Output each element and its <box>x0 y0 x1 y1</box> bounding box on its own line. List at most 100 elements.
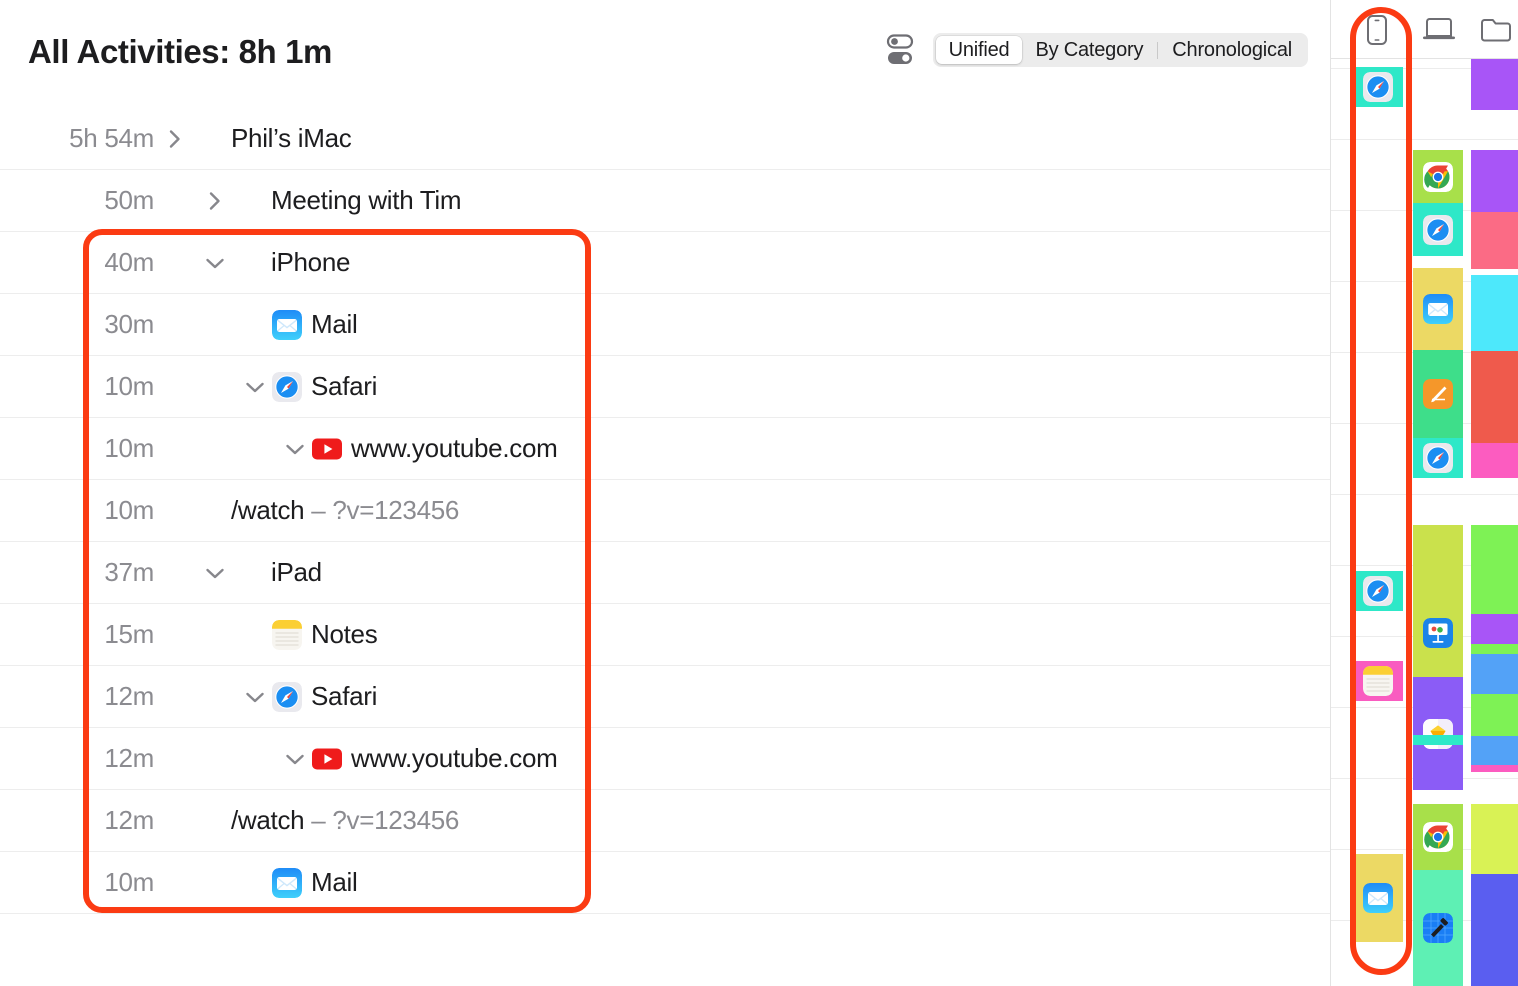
activity-row[interactable]: 12m Safari <box>0 666 1330 728</box>
segment-by-category[interactable]: By Category <box>1022 36 1156 64</box>
activity-row[interactable]: 10m Safari <box>0 356 1330 418</box>
laptop-icon[interactable] <box>1413 12 1465 48</box>
timeline-block[interactable] <box>1353 571 1403 611</box>
phone-icon[interactable] <box>1351 12 1403 48</box>
timeline-block[interactable] <box>1413 203 1463 256</box>
timeline-block[interactable] <box>1471 654 1518 694</box>
timeline-columns <box>1331 59 1518 986</box>
activity-label: iPhone <box>271 247 350 278</box>
chrome-icon <box>1423 822 1453 852</box>
timeline-block[interactable] <box>1471 150 1518 212</box>
timeline-block[interactable] <box>1413 677 1463 790</box>
activity-row-body: iPad <box>158 557 322 588</box>
timeline-block[interactable] <box>1413 350 1463 438</box>
timeline-column-iphone[interactable] <box>1353 59 1403 986</box>
timeline-block[interactable] <box>1471 275 1518 351</box>
activity-row[interactable]: 10m www.youtube.com <box>0 418 1330 480</box>
activity-label-text: www.youtube.com <box>351 433 557 463</box>
youtube-icon <box>312 744 342 774</box>
timeline-block[interactable] <box>1413 438 1463 478</box>
timeline-block[interactable] <box>1471 443 1518 478</box>
timeline-block[interactable] <box>1353 854 1403 942</box>
activity-label-query: – ?v=123456 <box>304 495 459 525</box>
timeline-panel <box>1330 0 1518 986</box>
timeline-block[interactable] <box>1353 661 1403 701</box>
chevron-down-icon[interactable] <box>238 690 272 704</box>
safari-icon <box>272 682 302 712</box>
activity-label-text: iPhone <box>271 247 350 277</box>
activity-duration: 12m <box>0 805 158 836</box>
activity-row[interactable]: 40m iPhone <box>0 232 1330 294</box>
timeline-block[interactable] <box>1413 804 1463 870</box>
activity-row[interactable]: 15m Notes <box>0 604 1330 666</box>
notes-icon <box>1363 666 1393 696</box>
timeline-block[interactable] <box>1471 694 1518 736</box>
activity-row-body: Phil’s iMac <box>158 123 351 154</box>
timeline-block[interactable] <box>1471 644 1518 654</box>
chevron-right-icon[interactable] <box>158 128 192 150</box>
segment-chronological[interactable]: Chronological <box>1159 36 1305 64</box>
activity-label-text: Phil’s iMac <box>231 123 351 153</box>
timeline-block[interactable] <box>1471 59 1518 110</box>
timeline-block[interactable] <box>1353 67 1403 107</box>
chevron-down-icon[interactable] <box>198 256 232 270</box>
timeline-block[interactable] <box>1471 351 1518 443</box>
toggles-icon[interactable] <box>886 32 920 68</box>
notes-icon <box>272 620 302 650</box>
mail-icon <box>272 310 302 340</box>
timeline-block[interactable] <box>1471 804 1518 874</box>
segment-unified[interactable]: Unified <box>936 36 1023 64</box>
activity-label: Mail <box>311 867 357 898</box>
chevron-right-icon[interactable] <box>198 190 232 212</box>
activities-window: All Activities: 8h 1m Unified By Categor… <box>0 0 1518 986</box>
activity-label: Safari <box>311 371 377 402</box>
activity-duration: 10m <box>0 433 158 464</box>
timeline-block[interactable] <box>1471 525 1518 614</box>
chevron-down-icon[interactable] <box>238 380 272 394</box>
activity-row-body: /watch – ?v=123456 <box>158 495 459 526</box>
timeline-block[interactable] <box>1413 268 1463 350</box>
timeline-block[interactable] <box>1471 614 1518 644</box>
timeline-block[interactable] <box>1413 870 1463 986</box>
notes-icon <box>1363 666 1393 696</box>
chevron-down-icon[interactable] <box>278 442 312 456</box>
youtube-icon <box>312 434 342 464</box>
timeline-block[interactable] <box>1413 735 1463 745</box>
header: All Activities: 8h 1m Unified By Categor… <box>0 0 1330 100</box>
activity-label-text: www.youtube.com <box>351 743 557 773</box>
activity-row[interactable]: 37m iPad <box>0 542 1330 604</box>
activity-duration: 12m <box>0 681 158 712</box>
youtube-icon <box>312 434 342 464</box>
timeline-column-documents[interactable] <box>1471 59 1518 986</box>
activity-row[interactable]: 5h 54m Phil’s iMac <box>0 108 1330 170</box>
timeline-block[interactable] <box>1471 212 1518 269</box>
chevron-down-icon[interactable] <box>198 566 232 580</box>
activity-duration: 10m <box>0 867 158 898</box>
activity-row[interactable]: 50m Meeting with Tim <box>0 170 1330 232</box>
pages-icon <box>1423 379 1453 409</box>
chevron-down-icon[interactable] <box>278 752 312 766</box>
timeline-column-mac[interactable] <box>1413 59 1463 986</box>
activity-label-text: Meeting with Tim <box>271 185 461 215</box>
activity-row[interactable]: 10m/watch – ?v=123456 <box>0 480 1330 542</box>
activity-duration: 40m <box>0 247 158 278</box>
timeline-block[interactable] <box>1471 765 1518 772</box>
activity-row[interactable]: 30m Mail <box>0 294 1330 356</box>
activity-row[interactable]: 12m/watch – ?v=123456 <box>0 790 1330 852</box>
safari-icon <box>1423 443 1453 473</box>
mail-icon <box>1423 294 1453 324</box>
activity-row[interactable]: 12m www.youtube.com <box>0 728 1330 790</box>
activity-duration: 10m <box>0 495 158 526</box>
activity-label-text: Safari <box>311 681 377 711</box>
folder-icon[interactable] <box>1470 12 1518 48</box>
timeline-block[interactable] <box>1413 150 1463 203</box>
safari-icon <box>1363 72 1393 102</box>
youtube-icon <box>312 744 342 774</box>
activity-row[interactable]: 10m Mail <box>0 852 1330 914</box>
timeline-block[interactable] <box>1471 874 1518 986</box>
timeline-block[interactable] <box>1471 736 1518 765</box>
activity-label-text: iPad <box>271 557 322 587</box>
mail-icon <box>1363 883 1393 913</box>
activity-label-query: – ?v=123456 <box>304 805 459 835</box>
view-mode-segmented-control[interactable]: Unified By Category Chronological <box>933 33 1308 67</box>
